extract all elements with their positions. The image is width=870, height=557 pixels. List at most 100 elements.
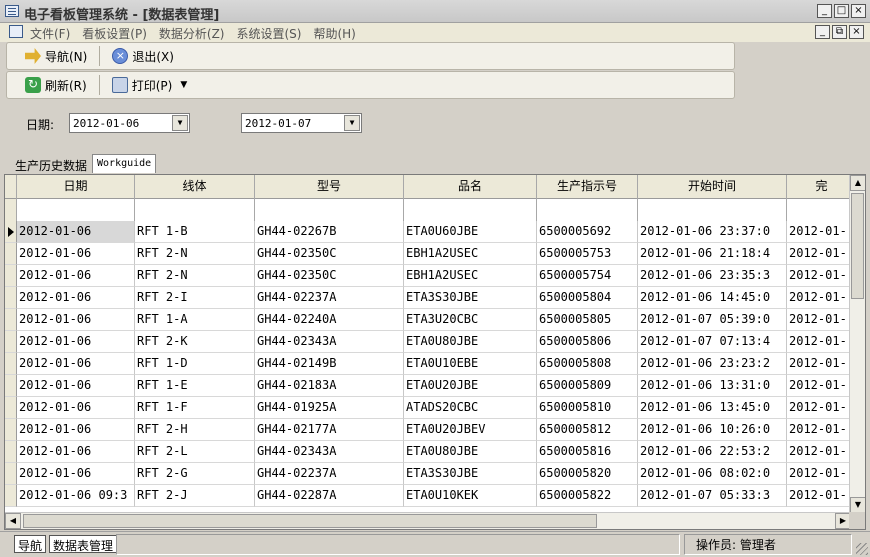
cell-date[interactable]: 2012-01-06 <box>17 419 135 441</box>
cell-line[interactable]: RFT 2-L <box>135 441 255 463</box>
row-header[interactable] <box>5 243 17 265</box>
cell-start-time[interactable]: 2012-01-06 14:45:0 <box>638 287 787 309</box>
cell-product-name[interactable]: EBH1A2USEC <box>404 265 537 287</box>
cell-line[interactable]: RFT 1-F <box>135 397 255 419</box>
vertical-scrollbar[interactable]: ▲ ▼ <box>849 175 865 513</box>
status-tab-navigate[interactable]: 导航 <box>14 535 47 553</box>
table-row[interactable]: 2012-01-06 RFT 2-L GH44-02343A ETA0U80JBE 65… <box>5 441 857 463</box>
cell-end-time[interactable]: 2012-01- <box>787 331 857 353</box>
cell-date[interactable]: 2012-01-06 <box>17 243 135 265</box>
cell-product-name[interactable]: ETA3S30JBE <box>404 463 537 485</box>
cell-start-time[interactable]: 2012-01-06 10:26:0 <box>638 419 787 441</box>
cell-model[interactable]: GH44-02149B <box>255 353 404 375</box>
cell-order-number[interactable]: 6500005809 <box>537 375 638 397</box>
cell-line[interactable]: RFT 2-N <box>135 243 255 265</box>
cell-product-name[interactable]: ETA0U80JBE <box>404 441 537 463</box>
filter-cell[interactable] <box>404 199 537 221</box>
table-row[interactable]: 2012-01-06 RFT 2-K GH44-02343A ETA0U80JBE 65… <box>5 331 857 353</box>
cell-date[interactable]: 2012-01-06 <box>17 353 135 375</box>
cell-model[interactable]: GH44-02287A <box>255 485 404 507</box>
document-icon[interactable] <box>9 25 23 38</box>
cell-end-time[interactable]: 2012-01- <box>787 375 857 397</box>
date-from-picker[interactable]: 2012-01-06 ▼ <box>69 113 190 133</box>
maximize-button[interactable]: □ <box>834 4 849 18</box>
cell-order-number[interactable]: 6500005806 <box>537 331 638 353</box>
cell-order-number[interactable]: 6500005816 <box>537 441 638 463</box>
refresh-button[interactable]: ↻ 刷新(R) <box>21 74 91 96</box>
cell-start-time[interactable]: 2012-01-06 23:37:0 <box>638 221 787 243</box>
cell-model[interactable]: GH44-02237A <box>255 287 404 309</box>
cell-date[interactable]: 2012-01-06 <box>17 309 135 331</box>
cell-date[interactable]: 2012-01-06 <box>17 397 135 419</box>
cell-order-number[interactable]: 6500005820 <box>537 463 638 485</box>
column-header-end-time[interactable]: 完 <box>787 175 857 199</box>
menu-help[interactable]: 帮助(H) <box>313 25 355 42</box>
column-header-date[interactable]: 日期 <box>17 175 135 199</box>
row-header[interactable] <box>5 353 17 375</box>
cell-start-time[interactable]: 2012-01-07 07:13:4 <box>638 331 787 353</box>
cell-end-time[interactable]: 2012-01- <box>787 485 857 507</box>
cell-end-time[interactable]: 2012-01- <box>787 353 857 375</box>
horizontal-scrollbar[interactable]: ◀ ▶ <box>5 512 851 529</box>
status-tab-data-management[interactable]: 数据表管理 <box>49 535 118 553</box>
close-button[interactable]: × <box>851 4 866 18</box>
row-header[interactable] <box>5 265 17 287</box>
cell-product-name[interactable]: ETA0U60JBE <box>404 221 537 243</box>
cell-line[interactable]: RFT 2-N <box>135 265 255 287</box>
scroll-up-icon[interactable]: ▲ <box>850 175 865 191</box>
cell-line[interactable]: RFT 2-H <box>135 419 255 441</box>
column-header-order-number[interactable]: 生产指示号 <box>537 175 638 199</box>
cell-order-number[interactable]: 6500005754 <box>537 265 638 287</box>
cell-order-number[interactable]: 6500005810 <box>537 397 638 419</box>
cell-model[interactable]: GH44-02350C <box>255 265 404 287</box>
filter-cell[interactable] <box>638 199 787 221</box>
filter-cell[interactable] <box>135 199 255 221</box>
filter-cell[interactable] <box>17 199 135 221</box>
table-row[interactable]: 2012-01-06 RFT 1-F GH44-01925A ATADS20CBC 65… <box>5 397 857 419</box>
print-dropdown-icon[interactable]: ▼ <box>180 80 187 90</box>
cell-model[interactable]: GH44-02350C <box>255 243 404 265</box>
cell-order-number[interactable]: 6500005805 <box>537 309 638 331</box>
column-header-line[interactable]: 线体 <box>135 175 255 199</box>
cell-start-time[interactable]: 2012-01-06 23:35:3 <box>638 265 787 287</box>
cell-date[interactable]: 2012-01-06 <box>17 221 135 243</box>
column-header-product-name[interactable]: 品名 <box>404 175 537 199</box>
menu-data-analysis[interactable]: 数据分析(Z) <box>159 25 225 42</box>
cell-line[interactable]: RFT 2-I <box>135 287 255 309</box>
cell-model[interactable]: GH44-02237A <box>255 463 404 485</box>
child-minimize-button[interactable]: _ <box>815 25 830 39</box>
cell-start-time[interactable]: 2012-01-06 13:45:0 <box>638 397 787 419</box>
cell-order-number[interactable]: 6500005692 <box>537 221 638 243</box>
cell-order-number[interactable]: 6500005804 <box>537 287 638 309</box>
cell-product-name[interactable]: ETA0U20JBEV <box>404 419 537 441</box>
table-row[interactable]: 2012-01-06 RFT 1-D GH44-02149B ETA0U10EBE 65… <box>5 353 857 375</box>
resize-grip-icon[interactable] <box>856 543 868 555</box>
cell-model[interactable]: GH44-02343A <box>255 331 404 353</box>
row-header[interactable] <box>5 441 17 463</box>
cell-date[interactable]: 2012-01-06 <box>17 331 135 353</box>
scroll-down-icon[interactable]: ▼ <box>850 497 865 513</box>
filter-cell[interactable] <box>537 199 638 221</box>
cell-model[interactable]: GH44-02343A <box>255 441 404 463</box>
table-row[interactable]: 2012-01-06 09:3 RFT 2-J GH44-02287A ETA0U10… <box>5 485 857 507</box>
menu-board-settings[interactable]: 看板设置(P) <box>82 25 147 42</box>
table-row[interactable]: 2012-01-06 RFT 1-A GH44-02240A ETA3U20CBC 65… <box>5 309 857 331</box>
table-row[interactable]: 2012-01-06 RFT 2-N GH44-02350C EBH1A2USEC 65… <box>5 243 857 265</box>
cell-model[interactable]: GH44-02240A <box>255 309 404 331</box>
cell-line[interactable]: RFT 2-J <box>135 485 255 507</box>
cell-end-time[interactable]: 2012-01- <box>787 463 857 485</box>
filter-cell[interactable] <box>787 199 857 221</box>
cell-start-time[interactable]: 2012-01-06 21:18:4 <box>638 243 787 265</box>
cell-line[interactable]: RFT 2-G <box>135 463 255 485</box>
cell-end-time[interactable]: 2012-01- <box>787 419 857 441</box>
cell-model[interactable]: GH44-02183A <box>255 375 404 397</box>
table-row[interactable]: 2012-01-06 RFT 2-N GH44-02350C EBH1A2USEC 65… <box>5 265 857 287</box>
cell-product-name[interactable]: ETA0U20JBE <box>404 375 537 397</box>
cell-start-time[interactable]: 2012-01-07 05:33:3 <box>638 485 787 507</box>
chevron-down-icon[interactable]: ▼ <box>172 115 188 131</box>
cell-order-number[interactable]: 6500005808 <box>537 353 638 375</box>
cell-product-name[interactable]: EBH1A2USEC <box>404 243 537 265</box>
table-row[interactable]: 2012-01-06 RFT 2-G GH44-02237A ETA3S30JBE 65… <box>5 463 857 485</box>
cell-product-name[interactable]: ETA0U10KEK <box>404 485 537 507</box>
cell-line[interactable]: RFT 1-B <box>135 221 255 243</box>
